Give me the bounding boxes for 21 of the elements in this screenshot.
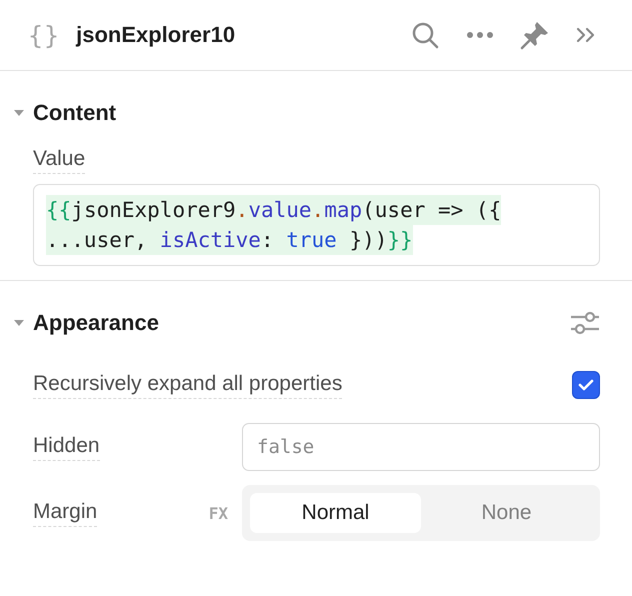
checkbox[interactable] [572, 371, 600, 399]
field-label: Hidden [33, 434, 100, 460]
field-label: Recursively expand all properties [33, 372, 342, 398]
more-icon[interactable] [466, 31, 494, 39]
segment-option[interactable]: Normal [250, 493, 421, 533]
code-field[interactable]: {{jsonExplorer9.value.map(user => ({ ...user, isActive: true }))}} [33, 184, 600, 266]
braces-icon: {} [28, 20, 60, 50]
component-title: jsonExplorer10 [76, 22, 236, 48]
text-field[interactable]: false [242, 423, 600, 471]
section-title[interactable]: Content [33, 100, 116, 126]
pin-icon[interactable] [520, 20, 550, 50]
field-label: Margin [33, 500, 98, 526]
triangle-icon[interactable] [14, 319, 24, 327]
triangle-icon[interactable] [14, 109, 24, 117]
section-title[interactable]: Appearance [33, 310, 159, 336]
segment-option[interactable]: None [421, 493, 592, 533]
search-icon[interactable] [410, 20, 440, 50]
check-icon [578, 379, 594, 391]
field-label: Value [33, 147, 86, 174]
sliders-icon[interactable] [570, 311, 600, 335]
segmented-control[interactable]: Normal None [242, 485, 600, 541]
